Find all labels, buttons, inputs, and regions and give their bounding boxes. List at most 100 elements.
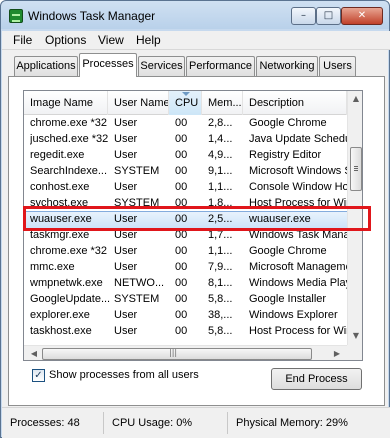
menu-options[interactable]: Options [45, 33, 86, 47]
cell-description: Google Chrome [249, 245, 327, 257]
cell-memory: 1,4... [208, 133, 233, 145]
show-all-processes-checkbox[interactable]: ✓ [32, 369, 45, 382]
cell-cpu: 00 [175, 325, 188, 337]
horizontal-scrollbar[interactable]: ◀ ||| ▶ [24, 345, 347, 360]
cell-description: Java Update Scheduler [249, 133, 347, 145]
column-header-row: Image Name User Name CPU Mem... Descript… [24, 91, 347, 115]
cell-user-name: SYSTEM [114, 293, 160, 305]
close-button[interactable]: ✕ [341, 7, 383, 25]
cell-description: Host Process for Windows [249, 197, 347, 209]
cell-memory: 2,5... [208, 213, 233, 225]
table-row[interactable]: wuauser.exe User 00 2,5... wuauser.exe [24, 211, 347, 229]
cell-description: Host Process for Windows [249, 325, 347, 337]
process-list[interactable]: Image Name User Name CPU Mem... Descript… [23, 90, 363, 361]
cell-user-name: User [114, 149, 138, 161]
cell-description: Registry Editor [249, 149, 322, 161]
tab-services[interactable]: Services [138, 56, 185, 76]
cell-image-name: wuauser.exe [30, 213, 92, 225]
tab-users[interactable]: Users [319, 56, 356, 76]
scroll-left-arrow-icon[interactable]: ◀ [26, 349, 42, 358]
maximize-button[interactable]: □ [316, 7, 341, 25]
cell-cpu: 00 [175, 229, 188, 241]
cell-image-name: taskhost.exe [30, 325, 92, 337]
table-row[interactable]: mmc.exe User 00 7,9... Microsoft Management … [24, 260, 347, 276]
show-all-processes-label[interactable]: Show processes from all users [49, 369, 199, 381]
grip-icon: ||| [169, 348, 178, 357]
table-row[interactable]: svchost.exe SYSTEM 00 1,8... Host Process fo… [24, 196, 347, 212]
cell-user-name: User [114, 245, 138, 257]
table-row[interactable]: taskhost.exe User 00 5,8... Host Process for… [24, 324, 347, 340]
tab-performance[interactable]: Performance [186, 56, 255, 76]
table-row[interactable]: explorer.exe User 00 38,... Windows Explorer [24, 308, 347, 324]
end-process-button[interactable]: End Process [271, 368, 362, 390]
task-manager-app-icon [9, 9, 23, 23]
status-bar: Processes: 48 CPU Usage: 0% Physical Mem… [2, 407, 390, 438]
column-cpu-label: CPU [175, 97, 199, 109]
cell-description: Google Chrome [249, 117, 327, 129]
cell-cpu: 00 [175, 197, 188, 209]
column-cpu[interactable]: CPU [169, 91, 202, 115]
table-row[interactable]: jusched.exe *32 User 00 1,4... Java Update S… [24, 132, 347, 148]
scroll-right-arrow-icon[interactable]: ▶ [329, 349, 345, 358]
cell-image-name: taskmgr.exe [30, 229, 90, 241]
menu-bar: File Options View Help [2, 31, 390, 50]
vertical-scroll-thumb[interactable] [350, 147, 362, 191]
cell-description: Windows Media Player [249, 277, 347, 289]
table-row[interactable]: chrome.exe *32 User 00 2,8... Google Chrome [24, 116, 347, 132]
cell-cpu: 00 [175, 133, 188, 145]
table-row[interactable]: taskmgr.exe User 00 1,7... Windows Task Mana… [24, 228, 347, 244]
window-title: Windows Task Manager [28, 9, 156, 23]
table-row[interactable]: conhost.exe User 00 1,1... Console Window Ho… [24, 180, 347, 196]
cell-description: wuauser.exe [249, 213, 311, 225]
scroll-down-arrow-icon[interactable]: ▼ [348, 331, 362, 340]
cell-image-name: explorer.exe [30, 309, 90, 321]
cell-cpu: 00 [175, 293, 188, 305]
cell-image-name: svchost.exe [30, 197, 89, 209]
status-physical-memory: Physical Memory: 29% [236, 417, 348, 429]
column-image-name[interactable]: Image Name [24, 91, 108, 115]
table-row[interactable]: GoogleUpdate... SYSTEM 00 5,8... Google Inst… [24, 292, 347, 308]
cell-description: Console Window Host [249, 181, 347, 193]
cell-user-name: User [114, 213, 138, 225]
cell-user-name: User [114, 261, 138, 273]
tab-networking[interactable]: Networking [256, 56, 318, 76]
status-cpu-usage: CPU Usage: 0% [106, 412, 228, 434]
cell-memory: 8,1... [208, 277, 233, 289]
menu-help[interactable]: Help [136, 33, 161, 47]
column-user-name[interactable]: User Name [108, 91, 169, 115]
minimize-button[interactable]: – [291, 7, 316, 25]
horizontal-scroll-thumb[interactable]: ||| [42, 348, 312, 360]
grip-line [354, 166, 358, 167]
cell-memory: 2,8... [208, 117, 233, 129]
table-row[interactable]: regedit.exe User 00 4,9... Registry Editor [24, 148, 347, 164]
cell-user-name: User [114, 133, 138, 145]
task-manager-window: Windows Task Manager – □ ✕ File Options … [0, 0, 390, 438]
title-bar[interactable]: Windows Task Manager – □ ✕ [1, 1, 389, 31]
cell-memory: 9,1... [208, 165, 233, 177]
menu-view[interactable]: View [98, 33, 124, 47]
tab-applications[interactable]: Applications [14, 56, 78, 76]
tab-processes[interactable]: Processes [79, 53, 137, 77]
cell-cpu: 00 [175, 277, 188, 289]
cell-cpu: 00 [175, 309, 188, 321]
cell-description: Microsoft Management Console [249, 261, 347, 273]
cell-image-name: conhost.exe [30, 181, 90, 193]
cell-description: Windows Task Manager [249, 229, 347, 241]
cell-image-name: SearchIndexe... [30, 165, 108, 177]
cell-cpu: 00 [175, 117, 188, 129]
cell-image-name: GoogleUpdate... [30, 293, 110, 305]
column-description[interactable]: Description [243, 91, 347, 115]
vertical-scrollbar[interactable]: ▲ ▼ [347, 91, 362, 345]
table-row[interactable]: SearchIndexe... SYSTEM 00 9,1... Microsoft W… [24, 164, 347, 180]
table-row[interactable]: chrome.exe *32 User 00 1,1... Google Chrome [24, 244, 347, 260]
menu-file[interactable]: File [13, 33, 32, 47]
scroll-up-arrow-icon[interactable]: ▲ [348, 94, 362, 103]
cell-image-name: regedit.exe [30, 149, 85, 161]
cell-cpu: 00 [175, 149, 188, 161]
table-row[interactable]: wmpnetwk.exe NETWO... 00 8,1... Windows Medi… [24, 276, 347, 292]
column-memory[interactable]: Mem... [202, 91, 243, 115]
grip-line [354, 170, 358, 171]
process-rows: chrome.exe *32 User 00 2,8... Google Chrome j… [24, 116, 347, 345]
sort-descending-icon [182, 92, 190, 96]
cell-memory: 5,8... [208, 325, 233, 337]
